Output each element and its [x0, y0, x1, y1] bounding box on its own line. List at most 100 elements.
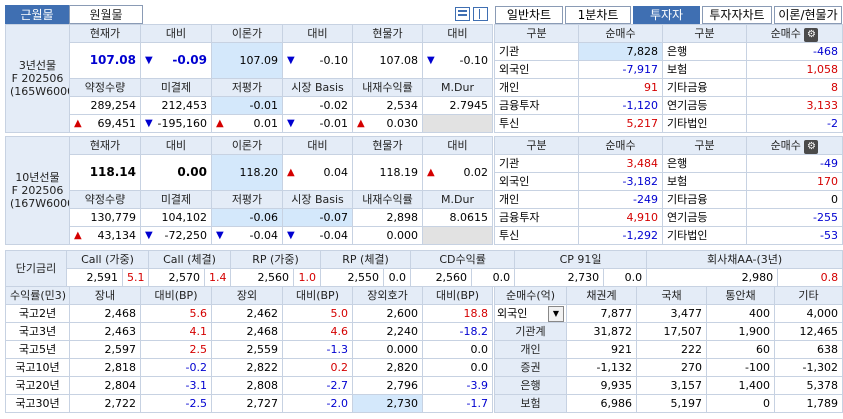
col-net-buy: 순매수: [578, 136, 663, 155]
implied-yield-value: 2,898: [352, 208, 423, 227]
yield-change: 0.2: [282, 358, 353, 377]
col-undervalue: 저평가: [211, 190, 283, 209]
investor-label: 연기금등: [662, 208, 747, 227]
layout-icon[interactable]: [455, 7, 470, 21]
col-change: 대비: [422, 136, 493, 155]
col-cd-yield: CD수익률: [410, 250, 516, 269]
col-call-executed: Call (체결): [148, 250, 232, 269]
yield-change: -3.1: [140, 376, 212, 395]
bond-value: 5,378: [774, 376, 843, 395]
col-msb: 통안채: [706, 286, 775, 305]
col-implied-yield: 내재수익률: [352, 78, 423, 97]
investor-value: 4,910: [578, 208, 663, 227]
bond-value: 4,000: [774, 304, 843, 323]
yield-change: 0.0: [422, 358, 493, 377]
oi-change: ▼ -195,160: [140, 114, 212, 133]
investor-label: 기타금융: [662, 78, 747, 97]
investor-select[interactable]: 외국인 ▼: [494, 304, 567, 323]
yield-value: 2,462: [211, 304, 283, 323]
yield-change: -2.7: [282, 376, 353, 395]
futures-dashboard: 근월물 원월물 일반차트 1분차트 투자자 투자자차트 이론/현물가 3년선물 F …: [0, 0, 843, 419]
investor-label: 보험: [662, 60, 747, 79]
open-interest-value: 212,453: [140, 96, 212, 115]
chevron-down-icon[interactable]: ▼: [548, 306, 564, 322]
short-rate-table: 단기금리 Call (가중) Call (체결) RP (가중) RP (체결)…: [5, 250, 843, 287]
investor-label: 기관: [494, 42, 579, 61]
yield-change: 0.000: [352, 226, 423, 245]
bond-value: 12,465: [774, 322, 843, 341]
short-rate-label: 단기금리: [5, 250, 67, 287]
tab-general-chart[interactable]: 일반차트: [495, 6, 563, 24]
col-rp-weighted: RP (가중): [230, 250, 322, 269]
tenor-label: 국고10년: [5, 358, 70, 377]
mdur-value: 2.7945: [422, 96, 493, 115]
rate-change: 1.0: [293, 268, 322, 287]
month-toggle: 근월물 원월물: [5, 5, 145, 24]
col-treasury: 국채: [636, 286, 707, 305]
yield-change: 2.5: [140, 340, 212, 359]
col-volume: 약정수량: [69, 78, 141, 97]
market-basis-value: -0.02: [282, 96, 353, 115]
split-layout-icon[interactable]: [473, 7, 488, 21]
tab-investor-chart[interactable]: 투자자차트: [702, 6, 772, 24]
bond-value: -100: [706, 358, 775, 377]
bond-value: 60: [706, 340, 775, 359]
spot-change-value: ▼ -0.10: [422, 42, 493, 79]
yield-change: 4.6: [282, 322, 353, 341]
tab-1min-chart[interactable]: 1분차트: [565, 6, 631, 24]
bond-value: 0: [706, 394, 775, 413]
col-cp-91d: CP 91일: [514, 250, 648, 269]
spot-price-value: 118.19: [352, 154, 423, 191]
col-mdur: M.Dur: [422, 78, 493, 97]
col-net-buy-100m: 순매수(억): [494, 286, 567, 305]
bond-value: 222: [636, 340, 707, 359]
undervalue-value: -0.06: [211, 208, 283, 227]
tenor-label: 국고20년: [5, 376, 70, 395]
theory-change-value: ▼ -0.10: [282, 42, 353, 79]
volume-value: 289,254: [69, 96, 141, 115]
investor-value: -1,120: [578, 96, 663, 115]
rate-value: 2,570: [148, 268, 206, 287]
theory-price-value: 107.09: [211, 42, 283, 79]
yield-change: 5.6: [140, 304, 212, 323]
yield-value: 2,822: [211, 358, 283, 377]
investor-value: -3,182: [578, 172, 663, 191]
bond-value: 6,986: [566, 394, 637, 413]
col-current-price: 현재가: [69, 136, 141, 155]
tab-investor[interactable]: 투자자: [633, 6, 700, 24]
tab-far-month[interactable]: 원월물: [69, 5, 143, 24]
investor-label: 금융투자: [494, 96, 579, 115]
yield-change: 5.0: [282, 304, 353, 323]
col-corp-bond-aa: 회사채AA-(3년): [646, 250, 843, 269]
investor-label: 외국인: [494, 60, 579, 79]
gear-icon[interactable]: ⚙: [804, 28, 819, 42]
investor-value: 1,058: [746, 60, 843, 79]
undervalue-value: -0.01: [211, 96, 283, 115]
bond-value: 5,197: [636, 394, 707, 413]
yield-change: -0.2: [140, 358, 212, 377]
col-category: 구분: [662, 24, 747, 43]
gear-icon[interactable]: ⚙: [804, 140, 819, 154]
spot-change-value: ▲ 0.02: [422, 154, 493, 191]
tenor-label: 국고5년: [5, 340, 70, 359]
col-otc: 장외: [211, 286, 283, 305]
bond-value: 921: [566, 340, 637, 359]
col-change: 대비: [282, 24, 353, 43]
investor-value: 3,133: [746, 96, 843, 115]
treasury-yield-table: 수익률(민3) 장내 대비(BP) 장외 대비(BP) 장외호가 대비(BP) …: [5, 286, 493, 413]
tenor-label: 국고2년: [5, 304, 70, 323]
investor-table-10y: 구분 순매수 구분 순매수 ⚙ 기관 3,484 은행 -49 외국인 -3,1…: [494, 136, 843, 245]
investor-value: -53: [746, 226, 843, 245]
bond-value: 31,872: [566, 322, 637, 341]
yield-change: -2.5: [140, 394, 212, 413]
rate-value: 2,560: [230, 268, 295, 287]
col-other: 기타: [774, 286, 843, 305]
basis-change: ▼ -0.04: [282, 226, 353, 245]
open-interest-value: 104,102: [140, 208, 212, 227]
tab-near-month[interactable]: 근월물: [5, 5, 69, 24]
futures-10y-label: 10년선물F 202506(167W6000): [5, 136, 70, 245]
yield-change: -2.0: [282, 394, 353, 413]
tab-theory-spot[interactable]: 이론/현물가: [774, 6, 842, 24]
investor-value: 3,484: [578, 154, 663, 173]
investor-label: 기관계: [494, 322, 567, 341]
